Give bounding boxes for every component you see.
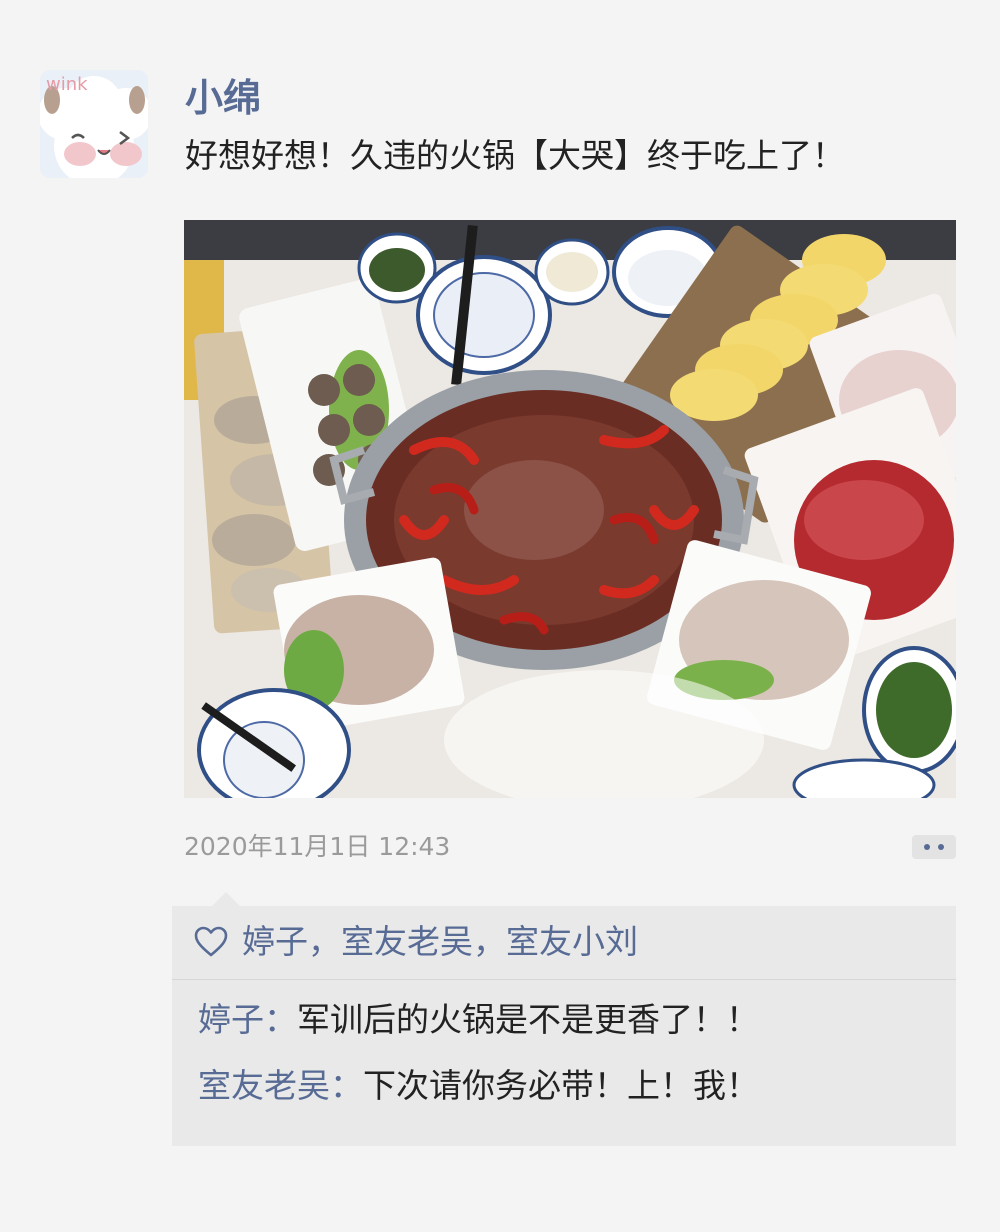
avatar[interactable]: wink bbox=[40, 70, 148, 178]
interaction-box: 婷子，室友老吴，室友小刘 婷子：军训后的火锅是不是更香了！！ 室友老吴：下次请你… bbox=[172, 906, 956, 1146]
likes-names[interactable]: 婷子，室友老吴，室友小刘 bbox=[242, 920, 638, 964]
comment-separator: ： bbox=[330, 1066, 363, 1105]
more-button[interactable] bbox=[912, 835, 956, 859]
comment-item[interactable]: 室友老吴：下次请你务必带！上！我！ bbox=[198, 1064, 759, 1108]
more-dots-icon bbox=[938, 844, 944, 850]
interaction-box-arrow bbox=[212, 892, 240, 906]
comment-text: 军训后的火锅是不是更香了！！ bbox=[297, 1000, 759, 1039]
post-timestamp: 2020年11月1日 12:43 bbox=[184, 832, 451, 861]
comment-separator: ： bbox=[264, 1000, 297, 1039]
post-photo[interactable] bbox=[184, 220, 956, 798]
comment-author[interactable]: 婷子 bbox=[198, 1000, 264, 1039]
comment-text: 下次请你务必带！上！我！ bbox=[363, 1066, 759, 1105]
hotpot-photo-image bbox=[184, 220, 956, 798]
sheep-avatar-icon: wink bbox=[40, 70, 148, 178]
comment-item[interactable]: 婷子：军训后的火锅是不是更香了！！ bbox=[198, 998, 759, 1042]
avatar-label: wink bbox=[46, 74, 88, 95]
author-name[interactable]: 小绵 bbox=[185, 74, 261, 122]
comment-author[interactable]: 室友老吴 bbox=[198, 1066, 330, 1105]
likes-row: 婷子，室友老吴，室友小刘 bbox=[172, 906, 956, 980]
heart-outline-icon bbox=[194, 926, 228, 957]
post-text: 好想好想！久违的火锅【大哭】终于吃上了！ bbox=[185, 136, 845, 175]
more-dots-icon bbox=[924, 844, 930, 850]
